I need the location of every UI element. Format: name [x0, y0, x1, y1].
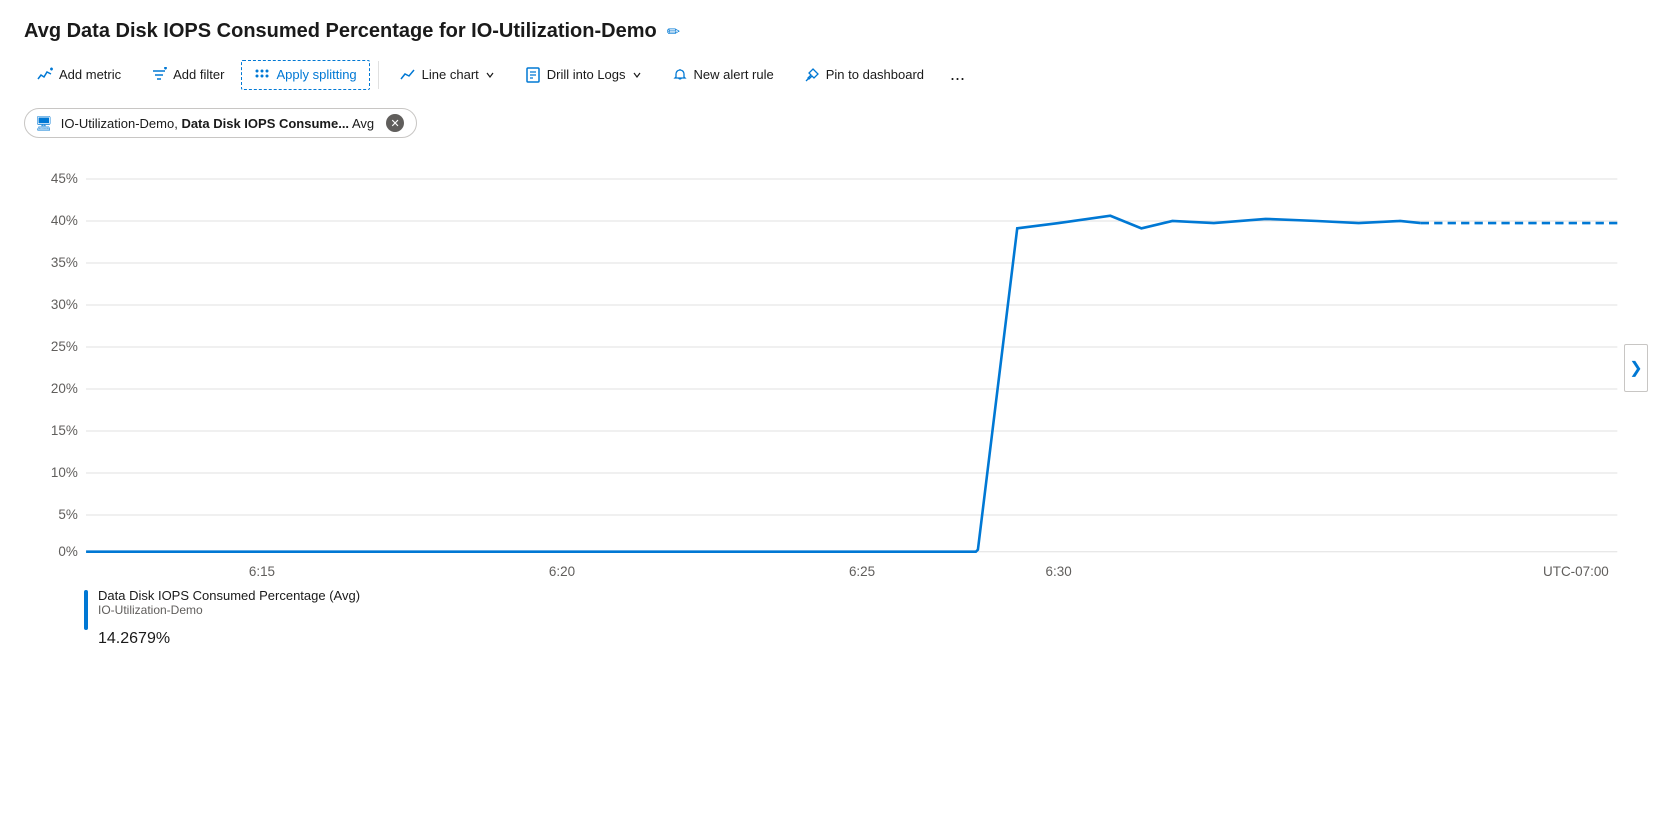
- add-metric-button[interactable]: Add metric: [24, 60, 134, 90]
- edit-icon[interactable]: ✏: [667, 22, 680, 42]
- legend-area: Data Disk IOPS Consumed Percentage (Avg)…: [24, 588, 1638, 650]
- metric-pill: 🖥 IO-Utilization-Demo, Data Disk IOPS Co…: [24, 108, 417, 138]
- drill-logs-icon: [525, 67, 541, 83]
- line-chart-dropdown-icon: [485, 70, 495, 80]
- svg-text:0%: 0%: [58, 544, 77, 559]
- monitor-icon: 🖥: [35, 115, 53, 132]
- metric-pill-text: IO-Utilization-Demo, Data Disk IOPS Cons…: [61, 116, 374, 131]
- svg-text:5%: 5%: [58, 507, 77, 522]
- svg-text:6:30: 6:30: [1046, 564, 1072, 578]
- legend-item: Data Disk IOPS Consumed Percentage (Avg)…: [84, 588, 1638, 650]
- drill-into-logs-button[interactable]: Drill into Logs: [512, 60, 655, 90]
- svg-text:20%: 20%: [51, 381, 78, 396]
- svg-text:15%: 15%: [51, 423, 78, 438]
- chart-line-solid: [86, 216, 1421, 552]
- svg-text:45%: 45%: [51, 171, 78, 186]
- pin-icon: [804, 67, 820, 83]
- svg-text:6:25: 6:25: [849, 564, 875, 578]
- svg-text:30%: 30%: [51, 297, 78, 312]
- svg-text:6:15: 6:15: [249, 564, 275, 578]
- toolbar-separator-1: [378, 61, 379, 89]
- svg-text:25%: 25%: [51, 339, 78, 354]
- alert-rule-icon: [672, 67, 688, 83]
- add-metric-icon: [37, 67, 53, 83]
- legend-color-bar: [84, 590, 88, 630]
- more-options-button[interactable]: ...: [941, 59, 974, 90]
- chart-container: 45% 40% 35% 30% 25% 20% 15% 10% 5% 0% 6:…: [24, 158, 1638, 578]
- chart-area: 45% 40% 35% 30% 25% 20% 15% 10% 5% 0% 6:…: [24, 158, 1638, 578]
- svg-text:40%: 40%: [51, 213, 78, 228]
- add-filter-icon: [151, 67, 167, 83]
- apply-splitting-icon: [254, 67, 270, 83]
- legend-text: Data Disk IOPS Consumed Percentage (Avg)…: [98, 588, 360, 650]
- line-chart-svg: 45% 40% 35% 30% 25% 20% 15% 10% 5% 0% 6:…: [24, 158, 1638, 578]
- legend-subtitle: IO-Utilization-Demo: [98, 603, 360, 617]
- toolbar: Add metric Add filter Apply splitting Li…: [24, 59, 1638, 90]
- new-alert-rule-button[interactable]: New alert rule: [659, 60, 787, 90]
- y-axis: 45% 40% 35% 30% 25% 20% 15% 10% 5% 0%: [51, 171, 1617, 559]
- line-chart-icon: [400, 67, 416, 83]
- x-axis: 6:15 6:20 6:25 6:30 UTC-07:00: [249, 564, 1609, 578]
- pin-to-dashboard-button[interactable]: Pin to dashboard: [791, 60, 937, 90]
- line-chart-button[interactable]: Line chart: [387, 60, 508, 90]
- drill-logs-dropdown-icon: [632, 70, 642, 80]
- svg-text:UTC-07:00: UTC-07:00: [1543, 564, 1609, 578]
- add-filter-button[interactable]: Add filter: [138, 60, 237, 90]
- svg-text:6:20: 6:20: [549, 564, 575, 578]
- svg-text:10%: 10%: [51, 465, 78, 480]
- legend-title: Data Disk IOPS Consumed Percentage (Avg): [98, 588, 360, 603]
- apply-splitting-button[interactable]: Apply splitting: [241, 60, 369, 90]
- metric-pill-close-button[interactable]: ✕: [386, 114, 404, 132]
- svg-text:35%: 35%: [51, 255, 78, 270]
- legend-value: 14.2679%: [98, 619, 360, 650]
- chart-expand-button[interactable]: ❯: [1624, 344, 1648, 392]
- page-title: Avg Data Disk IOPS Consumed Percentage f…: [24, 20, 657, 43]
